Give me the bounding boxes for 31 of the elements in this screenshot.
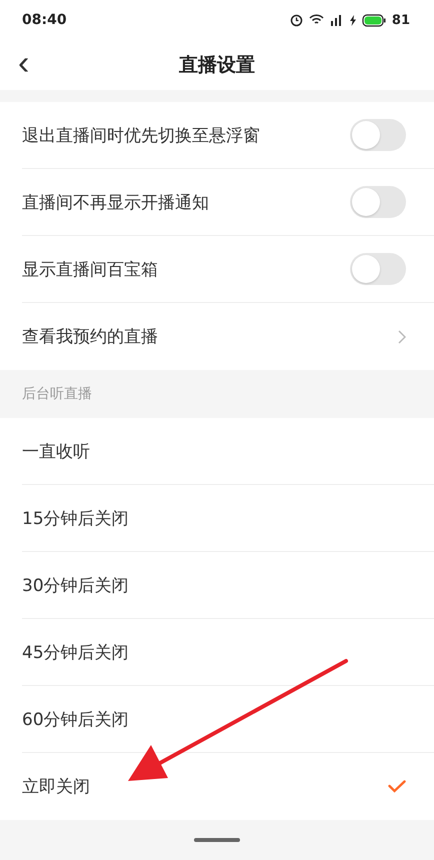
setting-label: 退出直播间时优先切换至悬浮窗 xyxy=(22,124,260,146)
setting-label: 直播间不再显示开播通知 xyxy=(22,192,209,214)
wifi-icon xyxy=(308,14,324,26)
option-label: 60分钟后关闭 xyxy=(22,708,129,730)
home-indicator xyxy=(194,838,240,842)
option-row[interactable]: 60分钟后关闭 xyxy=(22,686,434,753)
section-title: 后台听直播 xyxy=(22,385,92,403)
back-button[interactable]: ‹ xyxy=(14,46,34,80)
option-row[interactable]: 45分钟后关闭 xyxy=(22,619,434,686)
charging-icon xyxy=(350,14,356,26)
toggle-switch[interactable] xyxy=(350,186,406,218)
battery-icon xyxy=(362,14,386,26)
clock-time: 08:40 xyxy=(22,12,67,28)
signal-icon xyxy=(330,14,344,26)
option-label: 15分钟后关闭 xyxy=(22,508,129,530)
option-row[interactable]: 30分钟后关闭 xyxy=(22,552,434,619)
option-label: 45分钟后关闭 xyxy=(22,642,129,664)
battery-level: 81 xyxy=(392,12,410,28)
option-label: 立即关闭 xyxy=(22,776,90,798)
option-label: 30分钟后关闭 xyxy=(22,574,129,596)
chevron-right-icon xyxy=(398,330,406,344)
setting-label: 查看我预约的直播 xyxy=(22,326,158,348)
setting-label: 显示直播间百宝箱 xyxy=(22,258,158,280)
option-row[interactable]: 15分钟后关闭 xyxy=(22,485,434,552)
page-title: 直播设置 xyxy=(179,53,255,78)
toggle-switch[interactable] xyxy=(350,119,406,151)
option-label: 一直收听 xyxy=(22,440,90,462)
alarm-icon xyxy=(290,14,303,26)
option-row[interactable]: 立即关闭 xyxy=(22,753,434,820)
option-row[interactable]: 一直收听 xyxy=(22,418,434,485)
toggle-switch[interactable] xyxy=(350,253,406,285)
